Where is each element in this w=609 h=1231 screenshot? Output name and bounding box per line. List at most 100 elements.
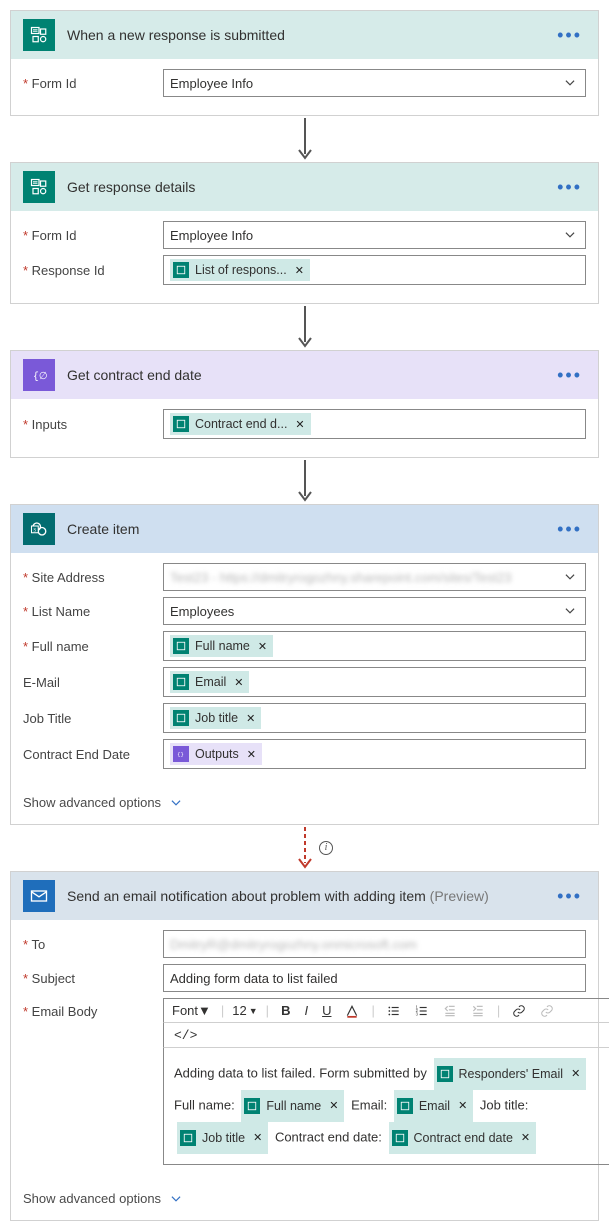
chevron-down-icon xyxy=(169,796,183,810)
contractend-input[interactable]: {} Outputs ✕ xyxy=(163,739,586,769)
token-remove-button[interactable]: ✕ xyxy=(246,712,255,725)
link-button[interactable] xyxy=(508,1004,530,1018)
svg-text:{}: {} xyxy=(177,751,184,758)
responseid-input[interactable]: List of respons... ✕ xyxy=(163,255,586,285)
token-remove-button[interactable]: ✕ xyxy=(521,1125,530,1151)
forms-icon xyxy=(173,638,189,654)
token-label: Contract end date xyxy=(414,1125,513,1151)
token-remove-button[interactable]: ✕ xyxy=(329,1093,338,1119)
token-responders-email[interactable]: Responders' Email ✕ xyxy=(434,1058,587,1090)
body-text: Job title: xyxy=(480,1097,528,1112)
forms-icon xyxy=(397,1098,413,1114)
preview-label: (Preview) xyxy=(430,888,489,904)
listname-value: Employees xyxy=(170,604,234,619)
forms-icon xyxy=(180,1130,196,1146)
token-label: Outputs xyxy=(195,747,239,761)
field-label-listname: List Name xyxy=(23,604,163,619)
token-label: Email xyxy=(419,1093,450,1119)
token-remove-button[interactable]: ✕ xyxy=(295,418,304,431)
formid-select[interactable]: Employee Info xyxy=(163,69,586,97)
to-value: DmitryR@dmitryrogozhny.onmicrosoft.com xyxy=(170,937,417,952)
token-email[interactable]: Email ✕ xyxy=(394,1090,473,1122)
bold-button[interactable]: B xyxy=(277,1003,294,1018)
jobtitle-input[interactable]: Job title ✕ xyxy=(163,703,586,733)
token-remove-button[interactable]: ✕ xyxy=(571,1061,580,1087)
email-body-editor[interactable]: Adding data to list failed. Form submitt… xyxy=(163,1048,609,1165)
token-label: Job title xyxy=(202,1125,245,1151)
subject-input[interactable]: Adding form data to list failed xyxy=(163,964,586,992)
token-jobtitle[interactable]: Job title ✕ xyxy=(170,707,261,729)
bullet-list-button[interactable] xyxy=(383,1004,405,1018)
italic-button[interactable]: I xyxy=(300,1003,312,1018)
field-label-formid: Form Id xyxy=(23,228,163,243)
token-remove-button[interactable]: ✕ xyxy=(247,748,256,761)
action-card-create-item: S Create item ••• Site Address Test23 - … xyxy=(10,504,599,825)
email-input[interactable]: Email ✕ xyxy=(163,667,586,697)
formid-value: Employee Info xyxy=(170,228,253,243)
site-select[interactable]: Test23 - https://dmitryrogozhny.sharepoi… xyxy=(163,563,586,591)
font-size-select[interactable]: 12 ▼ xyxy=(232,1003,257,1018)
token-jobtitle[interactable]: Job title ✕ xyxy=(177,1122,268,1154)
listname-select[interactable]: Employees xyxy=(163,597,586,625)
card-title: Get contract end date xyxy=(67,367,541,383)
inputs-input[interactable]: Contract end d... ✕ xyxy=(163,409,586,439)
token-remove-button[interactable]: ✕ xyxy=(253,1125,262,1151)
color-button[interactable] xyxy=(341,1004,363,1018)
token-remove-button[interactable]: ✕ xyxy=(258,640,267,653)
token-email[interactable]: Email ✕ xyxy=(170,671,249,693)
more-menu-button[interactable]: ••• xyxy=(553,887,586,905)
code-view-button[interactable]: </> xyxy=(170,1028,201,1043)
field-label-fullname: Full name xyxy=(23,639,163,654)
show-advanced-options[interactable]: Show advanced options xyxy=(11,787,598,824)
font-size-value: 12 xyxy=(232,1003,246,1018)
underline-button[interactable]: U xyxy=(318,1003,335,1018)
token-remove-button[interactable]: ✕ xyxy=(295,264,304,277)
font-select[interactable]: Font ▼ xyxy=(170,1003,213,1018)
card-header: {∅} Get contract end date ••• xyxy=(11,351,598,399)
info-icon[interactable]: i xyxy=(319,841,333,855)
field-label-formid: Form Id xyxy=(23,76,163,91)
token-fullname[interactable]: Full name ✕ xyxy=(170,635,273,657)
card-header: Get response details ••• xyxy=(11,163,598,211)
unlink-button xyxy=(536,1004,558,1018)
more-menu-button[interactable]: ••• xyxy=(553,520,586,538)
token-list-of-responses[interactable]: List of respons... ✕ xyxy=(170,259,310,281)
body-text: Email: xyxy=(351,1097,387,1112)
token-label: List of respons... xyxy=(195,263,287,277)
token-label: Contract end d... xyxy=(195,417,287,431)
token-outputs[interactable]: {} Outputs ✕ xyxy=(170,743,262,765)
token-contract-end[interactable]: Contract end d... ✕ xyxy=(170,413,311,435)
token-label: Job title xyxy=(195,711,238,725)
more-menu-button[interactable]: ••• xyxy=(553,178,586,196)
forms-icon xyxy=(173,416,189,432)
token-contract-end-date[interactable]: Contract end date ✕ xyxy=(389,1122,537,1154)
show-advanced-options[interactable]: Show advanced options xyxy=(11,1183,598,1220)
flow-arrow xyxy=(293,304,317,350)
advanced-label: Show advanced options xyxy=(23,1191,161,1206)
forms-icon xyxy=(23,171,55,203)
card-title: Create item xyxy=(67,521,541,537)
card-title: Send an email notification about problem… xyxy=(67,888,541,904)
more-menu-button[interactable]: ••• xyxy=(553,366,586,384)
flow-arrow-error: i xyxy=(293,825,317,871)
more-menu-button[interactable]: ••• xyxy=(553,26,586,44)
token-remove-button[interactable]: ✕ xyxy=(458,1093,467,1119)
fullname-input[interactable]: Full name ✕ xyxy=(163,631,586,661)
sharepoint-icon: S xyxy=(23,513,55,545)
body-text: Adding data to list failed. Form submitt… xyxy=(174,1065,427,1080)
number-list-button[interactable]: 123 xyxy=(411,1004,433,1018)
svg-text:S: S xyxy=(33,527,36,533)
formid-select[interactable]: Employee Info xyxy=(163,221,586,249)
field-label-contractend: Contract End Date xyxy=(23,747,163,762)
chevron-down-icon xyxy=(563,570,577,584)
subject-value: Adding form data to list failed xyxy=(170,971,338,986)
chevron-down-icon xyxy=(563,228,577,242)
body-text: Contract end date: xyxy=(275,1129,382,1144)
token-fullname[interactable]: Full name ✕ xyxy=(241,1090,344,1122)
action-card-details: Get response details ••• Form Id Employe… xyxy=(10,162,599,304)
forms-icon xyxy=(173,710,189,726)
action-card-compose: {∅} Get contract end date ••• Inputs Con… xyxy=(10,350,599,458)
token-remove-button[interactable]: ✕ xyxy=(234,676,243,689)
card-header: S Create item ••• xyxy=(11,505,598,553)
to-input[interactable]: DmitryR@dmitryrogozhny.onmicrosoft.com xyxy=(163,930,586,958)
